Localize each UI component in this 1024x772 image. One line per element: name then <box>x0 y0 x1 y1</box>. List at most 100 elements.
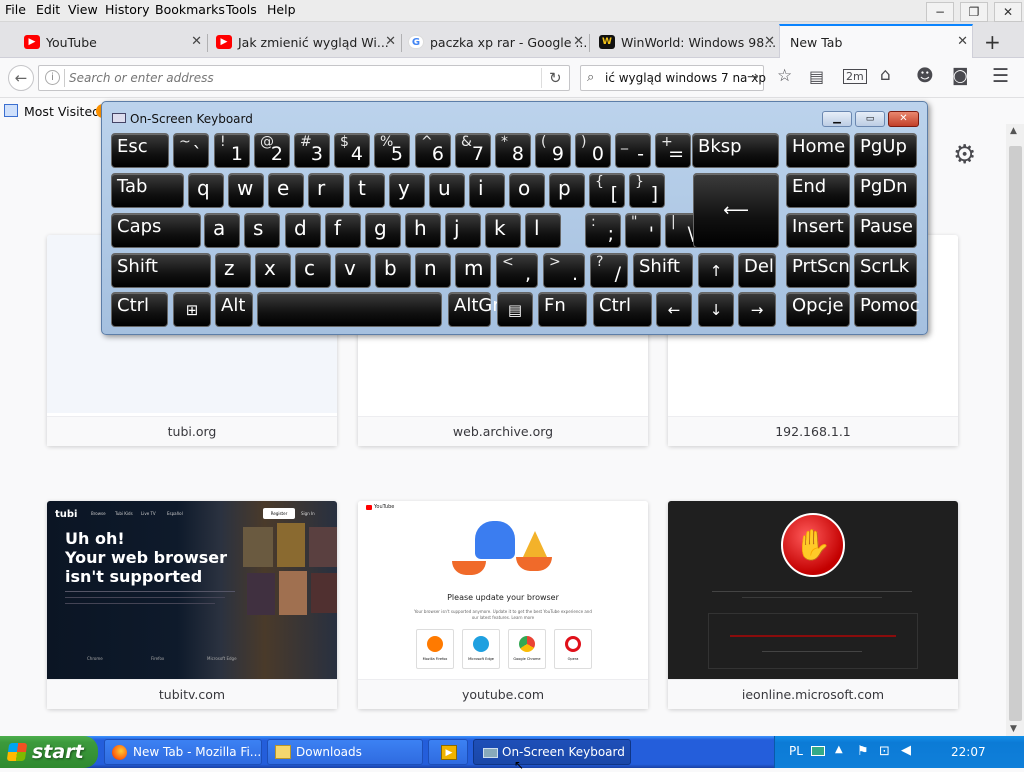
osk-key-symbol[interactable]: <, <box>496 253 538 288</box>
osk-key-c[interactable]: c <box>295 253 331 288</box>
taskbar-firefox[interactable]: New Tab - Mozilla Fi... <box>104 739 262 765</box>
osk-key-x[interactable]: x <box>255 253 291 288</box>
taskbar-media[interactable]: ▶ <box>428 739 468 765</box>
osk-key-scrlk[interactable]: ScrLk <box>854 253 917 288</box>
scroll-up-icon[interactable]: ▲ <box>1010 126 1017 136</box>
url-input[interactable] <box>69 69 509 87</box>
gear-icon[interactable]: ⚙ <box>953 140 976 170</box>
osk-key-symbol[interactable]: + = <box>655 133 691 168</box>
osk-key-o[interactable]: o <box>509 173 545 208</box>
close-button[interactable]: ✕ <box>994 2 1022 22</box>
osk-key-symbol[interactable]: " ' <box>625 213 661 248</box>
osk-key-tab[interactable]: Tab <box>111 173 184 208</box>
osk-key-q[interactable]: q <box>188 173 224 208</box>
osk-key-5[interactable]: % 5 <box>374 133 410 168</box>
osk-key-enter[interactable]: ⟵ <box>693 173 779 248</box>
osk-key-ctrl[interactable]: Ctrl <box>111 292 168 327</box>
sync-icon[interactable]: ☻ <box>916 68 934 85</box>
url-bar[interactable]: i ↻ <box>38 65 570 91</box>
osk-key-symbol[interactable]: ▤ <box>497 292 533 327</box>
osk-key-esc[interactable]: Esc <box>111 133 169 168</box>
menu-history[interactable]: History <box>105 2 149 17</box>
osk-key-9[interactable]: (9 <box>535 133 571 168</box>
osk-key-pomoc[interactable]: Pomoc <box>854 292 920 327</box>
tab-google[interactable]: G paczka xp rar - Google ... ✕ <box>406 26 588 58</box>
back-button[interactable]: ← <box>8 65 34 91</box>
osk-key-symbol[interactable]: ↓ <box>698 292 734 327</box>
close-tab-icon[interactable]: ✕ <box>573 34 584 49</box>
osk-key-v[interactable]: v <box>335 253 371 288</box>
top-site-tile[interactable]: YouTube Please update your browser Your … <box>358 501 648 709</box>
menu-bookmarks[interactable]: Bookmarks <box>155 2 225 17</box>
osk-key-symbol[interactable]: → <box>738 292 776 327</box>
osk-key-e[interactable]: e <box>268 173 304 208</box>
keyboard-layout-icon[interactable] <box>811 746 825 756</box>
osk-key-alt[interactable]: Alt <box>215 292 253 327</box>
osk-key-4[interactable]: $4 <box>334 133 370 168</box>
safely-remove-icon[interactable]: ⚑ <box>857 744 869 759</box>
close-tab-icon[interactable]: ✕ <box>957 34 968 49</box>
osk-maximize-button[interactable]: ▭ <box>855 111 885 127</box>
osk-key-symbol[interactable]: :; <box>585 213 621 248</box>
menu-view[interactable]: View <box>68 2 98 17</box>
osk-key-b[interactable]: b <box>375 253 411 288</box>
restore-button[interactable]: ❐ <box>960 2 988 22</box>
osk-key-insert[interactable]: Insert <box>786 213 850 248</box>
osk-key-opcje[interactable]: Opcje <box>786 292 850 327</box>
osk-key-w[interactable]: w <box>228 173 264 208</box>
reload-icon[interactable]: ↻ <box>549 69 562 87</box>
osk-key-t[interactable]: t <box>349 173 385 208</box>
tab-new-tab[interactable]: New Tab ✕ <box>779 24 973 58</box>
osk-key-symbol[interactable]: >. <box>543 253 585 288</box>
osk-key-symbol[interactable]: _ - <box>615 133 651 168</box>
bookmark-star-icon[interactable]: ☆ <box>777 68 792 85</box>
osk-key-g[interactable]: g <box>365 213 401 248</box>
osk-key-n[interactable]: n <box>415 253 451 288</box>
osk-key-s[interactable]: s <box>244 213 280 248</box>
osk-key-caps[interactable]: Caps <box>111 213 201 248</box>
osk-key-z[interactable]: z <box>215 253 251 288</box>
language-indicator[interactable]: PL <box>789 744 803 758</box>
start-button[interactable]: start <box>0 736 98 768</box>
hamburger-menu-icon[interactable]: ☰ <box>992 67 1009 86</box>
osk-close-button[interactable]: ✕ <box>888 111 919 127</box>
osk-key-y[interactable]: y <box>389 173 425 208</box>
top-site-tile[interactable]: tubi Browse Tubi Kids Live TV Español Re… <box>47 501 337 709</box>
close-tab-icon[interactable]: ✕ <box>191 34 202 49</box>
osk-key-7[interactable]: & 7 <box>455 133 491 168</box>
osk-key-r[interactable]: r <box>308 173 344 208</box>
osk-key-k[interactable]: k <box>485 213 521 248</box>
downloads-icon[interactable]: 2m <box>843 69 867 84</box>
osk-key-symbol[interactable]: ↑ <box>698 253 734 288</box>
tab-youtube[interactable]: ▶ YouTube ✕ <box>22 26 206 58</box>
osk-key-symbol[interactable]: ? / <box>590 253 628 288</box>
osk-key-f[interactable]: f <box>325 213 361 248</box>
info-icon[interactable]: i <box>45 70 60 85</box>
reader-icon[interactable]: ▤ <box>809 69 824 85</box>
osk-minimize-button[interactable]: ▁ <box>822 111 852 127</box>
search-bar[interactable]: ⌕ ić wygląd windows 7 na xp → <box>580 65 766 91</box>
menu-tools[interactable]: Tools <box>226 2 257 17</box>
taskbar-osk[interactable]: On-Screen Keyboard <box>473 739 631 765</box>
tab-jak-zmienic[interactable]: ▶ Jak zmienić wygląd Wi... ✕ <box>214 26 400 58</box>
osk-key-6[interactable]: ^ 6 <box>415 133 451 168</box>
most-visited-bookmark[interactable]: Most Visited <box>24 104 100 119</box>
osk-key-symbol[interactable]: }] <box>629 173 665 208</box>
osk-key-u[interactable]: u <box>429 173 465 208</box>
osk-key-l[interactable]: l <box>525 213 561 248</box>
tab-winworld[interactable]: W WinWorld: Windows 98... ✕ <box>597 26 779 58</box>
close-tab-icon[interactable]: ✕ <box>385 34 396 49</box>
osk-key-pgdn[interactable]: PgDn <box>854 173 917 208</box>
show-hidden-icons[interactable]: ▲ <box>835 744 843 755</box>
osk-key-del[interactable]: Del <box>738 253 776 288</box>
osk-key-p[interactable]: p <box>549 173 585 208</box>
menu-file[interactable]: File <box>5 2 26 17</box>
menu-help[interactable]: Help <box>267 2 296 17</box>
osk-key-prtscn[interactable]: PrtScn <box>786 253 850 288</box>
osk-key-end[interactable]: End <box>786 173 850 208</box>
osk-key-altgr[interactable]: AltGr <box>448 292 500 327</box>
search-input[interactable]: ić wygląd windows 7 na xp <box>605 71 766 85</box>
osk-key-i[interactable]: i <box>469 173 505 208</box>
home-icon[interactable]: ⌂ <box>880 67 891 84</box>
osk-key-symbol[interactable]: ~ ` <box>173 133 209 168</box>
